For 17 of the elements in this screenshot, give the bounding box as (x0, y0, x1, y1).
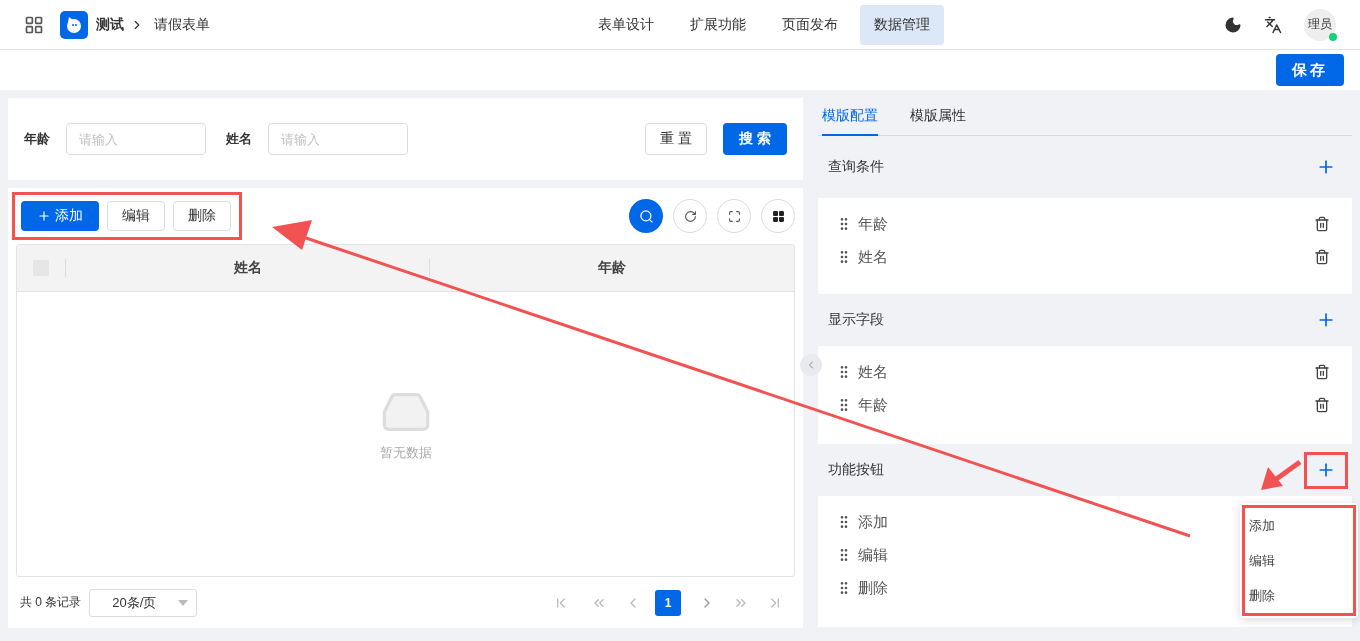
empty-text: 暂无数据 (379, 444, 432, 462)
section-title: 功能按钮 (828, 461, 884, 479)
record-count: 共 0 条记录 (20, 594, 82, 611)
field-name: 添加 (858, 512, 888, 532)
column-header: 姓名 (65, 259, 429, 277)
app-name: 测试 (96, 15, 124, 34)
field-name: 姓名 (858, 362, 888, 382)
field-name: 年龄 (858, 214, 888, 234)
field-name: 编辑 (858, 545, 888, 565)
field-label: 年龄 (24, 130, 50, 148)
field-name: 姓名 (858, 247, 888, 267)
section-title: 显示字段 (828, 311, 884, 329)
field-name: 删除 (858, 578, 888, 598)
field-name: 年龄 (858, 395, 888, 415)
column-header: 年龄 (429, 259, 794, 277)
field-label: 姓名 (226, 130, 252, 148)
section-title: 查询条件 (828, 158, 884, 176)
